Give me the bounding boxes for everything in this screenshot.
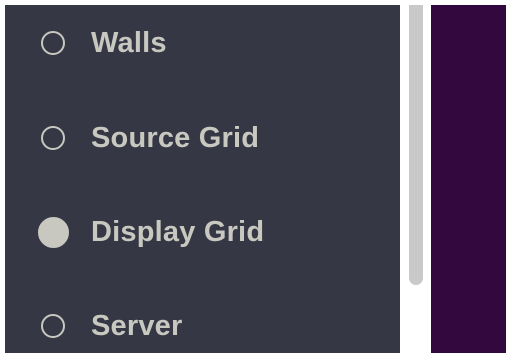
options-panel: Walls Source Grid Display Grid Server [5, 5, 400, 353]
right-pane [431, 5, 506, 353]
window: Walls Source Grid Display Grid Server [0, 0, 506, 358]
option-label: Walls [91, 26, 167, 59]
option-label: Server [91, 309, 183, 342]
scrollbar-track[interactable] [400, 5, 431, 353]
option-server[interactable]: Server [41, 306, 183, 346]
option-source-grid[interactable]: Source Grid [41, 118, 259, 158]
option-display-grid[interactable]: Display Grid [38, 212, 265, 252]
radio-unchecked-icon[interactable] [41, 126, 65, 150]
radio-unchecked-icon[interactable] [41, 314, 65, 338]
radio-unchecked-icon[interactable] [41, 31, 65, 55]
option-label: Display Grid [91, 215, 265, 248]
option-walls[interactable]: Walls [41, 23, 167, 63]
scrollbar-thumb[interactable] [409, 5, 423, 285]
radio-checked-icon[interactable] [38, 216, 69, 248]
option-label: Source Grid [91, 121, 260, 154]
